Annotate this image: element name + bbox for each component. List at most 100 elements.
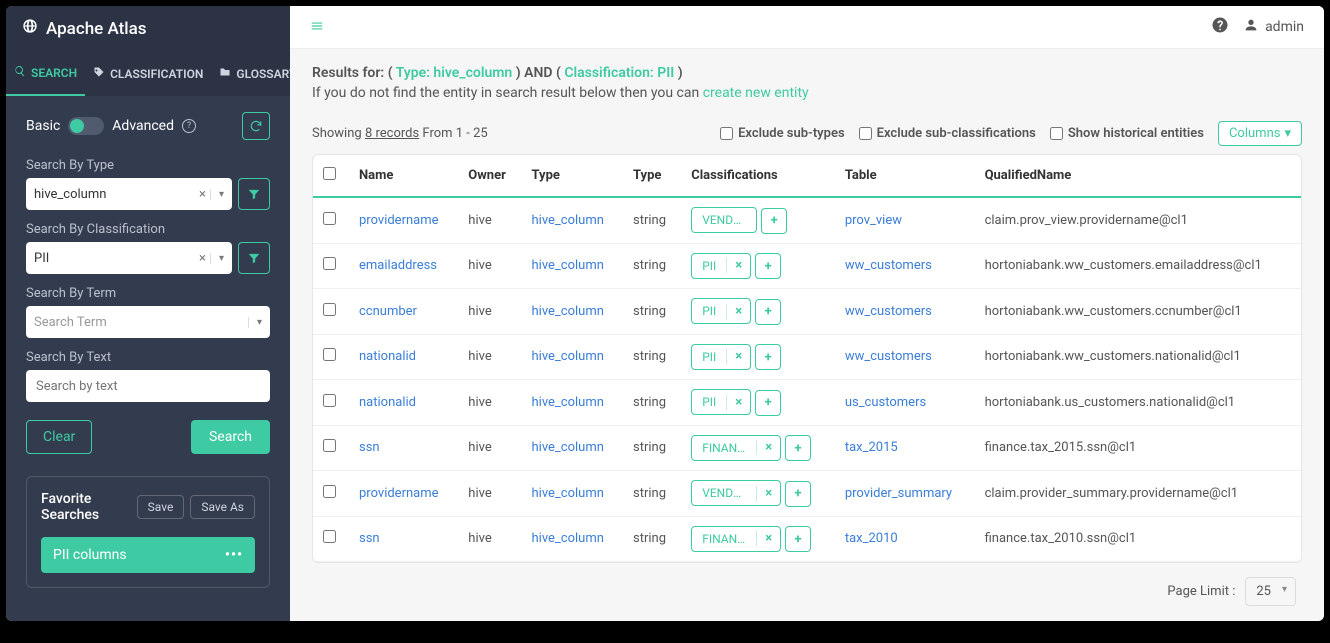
table-footer: Page Limit : 25 [312,563,1302,620]
type-link[interactable]: hive_column [532,213,604,228]
classification-tag[interactable]: PII× [691,344,751,370]
type-filter-button[interactable] [238,178,270,210]
row-check[interactable] [323,348,336,361]
close-icon[interactable]: × [199,251,206,266]
row-check[interactable] [323,485,336,498]
classification-tag[interactable]: PII× [691,389,751,415]
add-tag-button[interactable]: + [785,435,811,461]
text-field-label: Search By Text [26,350,270,365]
brand: Apache Atlas [6,6,290,51]
refresh-button[interactable] [242,112,270,140]
table-link[interactable]: provider_summary [845,486,952,501]
remove-tag-icon[interactable]: × [756,531,780,546]
col-type1[interactable]: Type [522,155,623,197]
columns-button[interactable]: Columns▾ [1218,121,1302,146]
user-menu[interactable]: admin [1243,17,1304,37]
menu-icon[interactable] [310,18,324,37]
add-tag-button[interactable]: + [785,481,811,507]
type-link[interactable]: hive_column [532,349,604,364]
table-link[interactable]: prov_view [845,213,902,228]
name-link[interactable]: ccnumber [359,304,417,319]
exclude-subclass-check[interactable]: Exclude sub-classifications [859,126,1036,141]
page-limit-select[interactable]: 25 [1245,577,1296,606]
name-link[interactable]: ssn [359,440,380,455]
table-link[interactable]: tax_2010 [845,531,898,546]
type-link[interactable]: hive_column [532,440,604,455]
add-tag-button[interactable]: + [755,299,781,325]
clear-button[interactable]: Clear [26,420,92,454]
table-link[interactable]: us_customers [845,395,926,410]
save-as-button[interactable]: Save As [190,495,255,519]
help-icon[interactable]: ? [182,119,196,133]
create-entity-link[interactable]: create new entity [703,85,809,101]
remove-tag-icon[interactable]: × [756,440,780,455]
term-select[interactable]: Search Term ▾ [26,306,270,338]
results-hint: If you do not find the entity in search … [312,85,1302,101]
row-check[interactable] [323,439,336,452]
cell-qualified-name: claim.provider_summary.providername@cl1 [975,471,1301,517]
row-check[interactable] [323,530,336,543]
add-tag-button[interactable]: + [785,526,811,552]
col-name[interactable]: Name [349,155,458,197]
classification-filter-button[interactable] [238,242,270,274]
classification-tag[interactable]: PII× [691,298,751,324]
name-link[interactable]: emailaddress [359,258,437,273]
mode-toggle[interactable] [68,117,104,135]
remove-tag-icon[interactable]: × [726,304,750,319]
name-link[interactable]: nationalid [359,349,416,364]
table-link[interactable]: ww_customers [845,304,932,319]
type-link[interactable]: hive_column [532,531,604,546]
show-historical-check[interactable]: Show historical entities [1050,126,1204,141]
exclude-subtypes-check[interactable]: Exclude sub-types [720,126,845,141]
name-link[interactable]: nationalid [359,395,416,410]
row-check[interactable] [323,257,336,270]
classification-tag[interactable]: FINANCE…× [691,526,781,552]
type-link[interactable]: hive_column [532,395,604,410]
add-tag-button[interactable]: + [761,208,787,234]
col-qualified-name[interactable]: QualifiedName [975,155,1301,197]
select-all-check[interactable] [323,167,336,180]
classification-tag[interactable]: VENDOR…× [691,480,781,506]
sidebar-tabs: SEARCH CLASSIFICATION GLOSSARY [6,51,290,96]
name-link[interactable]: ssn [359,531,380,546]
row-check[interactable] [323,394,336,407]
remove-tag-icon[interactable]: × [726,349,750,364]
remove-tag-icon[interactable]: × [726,258,750,273]
more-icon[interactable]: ••• [225,547,243,563]
table-link[interactable]: ww_customers [845,258,932,273]
search-button[interactable]: Search [191,420,270,454]
add-tag-button[interactable]: + [755,253,781,279]
row-check[interactable] [323,212,336,225]
name-link[interactable]: providername [359,213,439,228]
close-icon[interactable]: × [199,187,206,202]
remove-tag-icon[interactable]: × [756,486,780,501]
tab-classification[interactable]: CLASSIFICATION [85,51,211,96]
classification-tag[interactable]: VENDOR_PII [691,207,757,233]
showing-text: Showing 8 records From 1 - 25 [312,126,706,141]
name-link[interactable]: providername [359,486,439,501]
user-icon [1243,17,1259,37]
cell-owner: hive [458,243,521,289]
row-check[interactable] [323,303,336,316]
type-link[interactable]: hive_column [532,486,604,501]
save-button[interactable]: Save [137,495,185,519]
help-icon[interactable] [1211,16,1229,38]
type-select[interactable]: hive_column × ▾ [26,178,232,210]
classification-tag[interactable]: FINANCE…× [691,435,781,461]
type-link[interactable]: hive_column [532,258,604,273]
favorite-item[interactable]: PII columns ••• [41,537,255,573]
add-tag-button[interactable]: + [755,390,781,416]
col-type2[interactable]: Type [623,155,681,197]
table-link[interactable]: ww_customers [845,349,932,364]
table-link[interactable]: tax_2015 [845,440,898,455]
tab-search[interactable]: SEARCH [6,51,85,96]
classification-select[interactable]: PII × ▾ [26,242,232,274]
col-owner[interactable]: Owner [458,155,521,197]
type-link[interactable]: hive_column [532,304,604,319]
text-search-input[interactable] [26,370,270,402]
col-classifications[interactable]: Classifications [681,155,835,197]
classification-tag[interactable]: PII× [691,253,751,279]
col-table[interactable]: Table [835,155,975,197]
remove-tag-icon[interactable]: × [726,395,750,410]
add-tag-button[interactable]: + [755,344,781,370]
